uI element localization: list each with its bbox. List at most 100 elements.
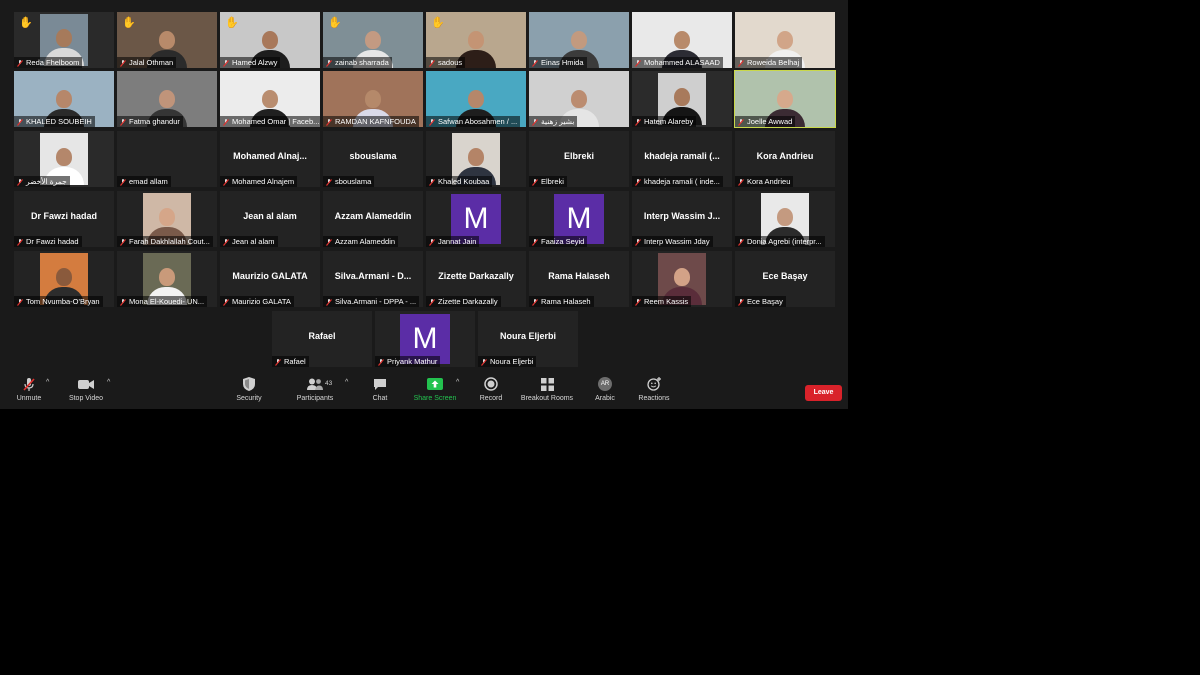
mic-muted-icon [429, 59, 435, 67]
participant-tile[interactable]: Mohamed Omar | Faceb... [220, 71, 320, 127]
audio-options-chevron-icon[interactable]: ^ [46, 379, 49, 386]
participant-tile[interactable]: Hatem Alareby [632, 71, 732, 127]
participant-name-text: Rama Halaseh [541, 297, 591, 306]
participant-tile[interactable]: Roweida Belhaj [735, 12, 835, 68]
participant-tile[interactable]: sbouslama sbouslama [323, 131, 423, 187]
participant-name-text: Ece Başay [747, 297, 783, 306]
zoom-meeting-window: ✋ Reda Fhelboom ✋ Jalal Othman ✋ Hamed Alzwy ✋… [0, 0, 848, 409]
participant-name-label: Reem Kassis [632, 296, 692, 307]
participant-tile[interactable]: Donia Agrebi (interpr... [735, 191, 835, 247]
participant-tile[interactable]: ✋ sadous [426, 12, 526, 68]
leave-button[interactable]: Leave [805, 385, 842, 401]
participant-name-text: Safwan Abosahmen / ... [438, 117, 518, 126]
participant-tile[interactable]: M Priyank Mathur [375, 311, 475, 367]
video-camera-icon [78, 379, 94, 389]
participant-tile[interactable]: Reem Kassis [632, 251, 732, 307]
participant-tile[interactable]: Mohammed ALASAAD [632, 12, 732, 68]
participant-tile[interactable]: Joelle Awwad [734, 70, 836, 128]
stop-video-button[interactable]: Stop Video [64, 376, 108, 402]
mic-muted-icon [378, 358, 384, 366]
participant-name-text: Roweida Belhaj [747, 58, 800, 67]
mic-muted-icon [326, 298, 332, 306]
mic-muted-icon [635, 298, 641, 306]
raised-hand-icon: ✋ [19, 17, 33, 29]
participant-name-label: جمرة الأخضر [14, 176, 70, 187]
participant-display-name: Elbreki [563, 151, 594, 161]
participant-tile[interactable]: ✋ Jalal Othman [117, 12, 217, 68]
participant-tile[interactable]: Mohamed Alnaj... Mohamed Alnajem [220, 131, 320, 187]
participant-tile[interactable]: RAMDAN KAFNFOUDA [323, 71, 423, 127]
breakout-rooms-icon [540, 377, 554, 391]
participant-name-text: Rafael [284, 357, 306, 366]
participant-name-label: Mohamed Omar | Faceb... [220, 116, 320, 127]
participant-tile[interactable]: Dr Fawzi hadad Dr Fawzi hadad [14, 191, 114, 247]
mic-muted-icon [635, 238, 641, 246]
participant-tile[interactable]: Fatma ghandur [117, 71, 217, 127]
participant-tile[interactable]: Safwan Abosahmen / ... [426, 71, 526, 127]
mic-muted-icon [738, 59, 744, 67]
participant-name-label: Einas Hmida [529, 57, 587, 68]
participant-tile[interactable]: Kora Andrieu Kora Andrieu [735, 131, 835, 187]
participant-tile[interactable]: khadeja ramali (... khadeja ramali ( inde… [632, 131, 732, 187]
participant-tile[interactable]: Rama Halaseh Rama Halaseh [529, 251, 629, 307]
participant-tile[interactable]: Jean al alam Jean al alam [220, 191, 320, 247]
participant-tile[interactable]: Zizette Darkazally Zizette Darkazally [426, 251, 526, 307]
mic-muted-icon [223, 178, 229, 186]
participant-name-text: Tom Nvumba-O'Bryan [26, 297, 100, 306]
participant-tile[interactable]: Farah Dakhlallah Cout... [117, 191, 217, 247]
participant-tile[interactable]: بشير زهنية [529, 71, 629, 127]
participant-tile[interactable]: ✋ Hamed Alzwy [220, 12, 320, 68]
share-screen-button[interactable]: Share Screen [410, 376, 460, 402]
participant-name-text: sadous [438, 58, 463, 67]
participant-tile[interactable]: KHALED SOUBEIH [14, 71, 114, 127]
participant-name-text: Jean al alam [232, 237, 275, 246]
video-options-chevron-icon[interactable]: ^ [107, 379, 110, 386]
breakout-rooms-button[interactable]: Breakout Rooms [518, 376, 576, 402]
participant-tile[interactable]: Maurizio GALATA Maurizio GALATA [220, 251, 320, 307]
participant-tile[interactable]: emad allam [117, 131, 217, 187]
participant-name-label: Fatma ghandur [117, 116, 183, 127]
unmute-button[interactable]: Unmute [12, 376, 46, 402]
reactions-button[interactable]: Reactions [636, 376, 672, 402]
mic-muted-icon [223, 298, 229, 306]
mic-muted-icon [738, 178, 744, 186]
participant-tile[interactable]: ✋ Reda Fhelboom [14, 12, 114, 68]
participant-name-text: Khaled Koubaa [438, 177, 490, 186]
mic-muted-icon [120, 118, 126, 126]
participants-options-chevron-icon[interactable]: ^ [345, 379, 348, 386]
participant-tile[interactable]: Tom Nvumba-O'Bryan [14, 251, 114, 307]
participant-name-text: Hatem Alareby [644, 117, 694, 126]
share-options-chevron-icon[interactable]: ^ [456, 379, 459, 386]
participants-label: Participants [296, 395, 334, 402]
interpretation-button[interactable]: AR Arabic [590, 376, 620, 402]
participant-tile[interactable]: Silva.Armani - D... Silva.Armani - DPPA -… [323, 251, 423, 307]
participant-tile[interactable]: Einas Hmida [529, 12, 629, 68]
participant-name-text: Farah Dakhlallah Cout... [129, 237, 210, 246]
participant-display-name: Mohamed Alnaj... [233, 151, 307, 161]
participant-tile[interactable]: Interp Wassim J... Interp Wassim Jday [632, 191, 732, 247]
participant-tile[interactable]: Rafael Rafael [272, 311, 372, 367]
record-button[interactable]: Record [476, 376, 506, 402]
participant-display-name: Maurizio GALATA [232, 271, 308, 281]
participant-display-name: Silva.Armani - D... [334, 271, 412, 281]
participant-name-label: Maurizio GALATA [220, 296, 294, 307]
participant-tile[interactable]: Ece Başay Ece Başay [735, 251, 835, 307]
chat-button[interactable]: Chat [366, 376, 394, 402]
mic-muted-icon [429, 238, 435, 246]
mic-muted-icon [532, 298, 538, 306]
participant-display-name: khadeja ramali (... [644, 151, 720, 161]
participant-tile[interactable]: ✋ zainab sharrada [323, 12, 423, 68]
participant-tile[interactable]: M Faaiza Seyid [529, 191, 629, 247]
participants-count: 43 [325, 380, 333, 387]
raised-hand-icon: ✋ [328, 17, 342, 29]
participant-tile[interactable]: M Jannat Jain [426, 191, 526, 247]
participant-tile[interactable]: Elbreki Elbreki [529, 131, 629, 187]
participants-icon [307, 378, 323, 390]
participant-tile[interactable]: Mona El-Kouedi- UN... [117, 251, 217, 307]
participant-tile[interactable]: Khaled Koubaa [426, 131, 526, 187]
security-button[interactable]: Security [232, 376, 266, 402]
participant-tile[interactable]: Azzam Alameddin Azzam Alameddin [323, 191, 423, 247]
participant-tile[interactable]: جمرة الأخضر [14, 131, 114, 187]
participant-name-label: Azzam Alameddin [323, 236, 399, 247]
participant-tile[interactable]: Noura Eljerbi Noura Eljerbi [478, 311, 578, 367]
